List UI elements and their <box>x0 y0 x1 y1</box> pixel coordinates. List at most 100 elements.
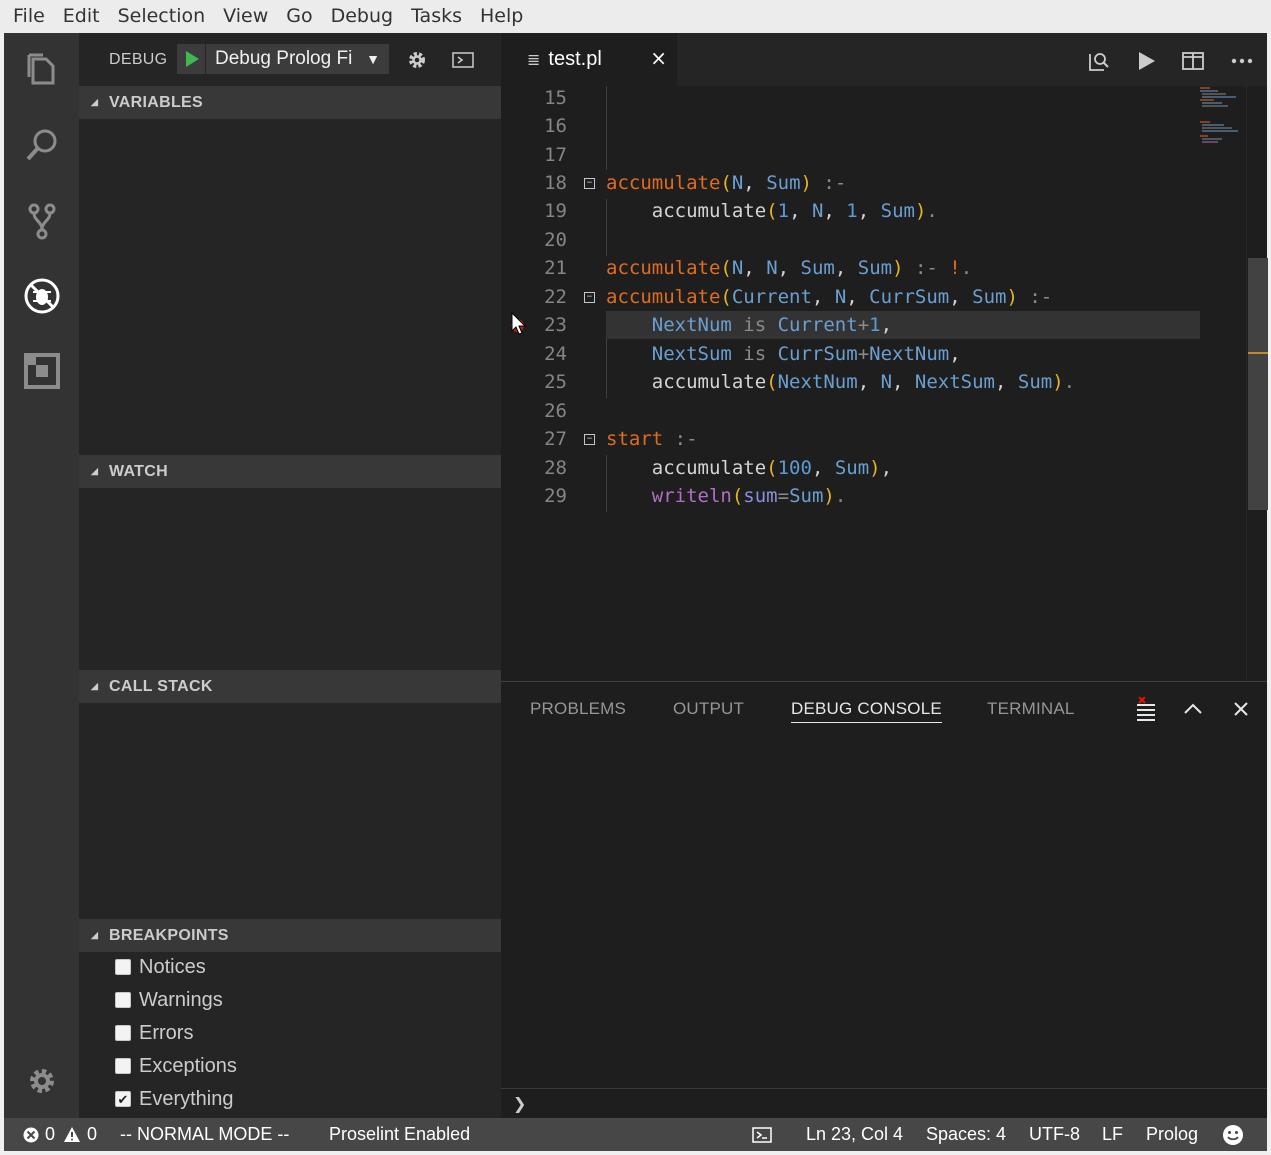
debug-settings-button[interactable] <box>404 47 430 73</box>
terminal-status-button[interactable] <box>752 1118 772 1151</box>
code-text: accumulate(NextNum, N, NextSum, Sum). <box>651 371 1076 393</box>
prompt-chevron-icon: ❯ <box>513 1094 527 1113</box>
split-editor-button[interactable] <box>1179 47 1207 75</box>
menu-help[interactable]: Help <box>471 0 532 33</box>
bottom-panel: PROBLEMS OUTPUT DEBUG CONSOLE TERMINAL ❯ <box>501 681 1267 1118</box>
menu-selection[interactable]: Selection <box>109 0 215 33</box>
debug-sidebar: DEBUG Debug Prolog Fi ▼ ◢ VARIABLES ◢ WA… <box>79 33 501 1118</box>
menu-file[interactable]: File <box>4 0 54 33</box>
code-line: 26 <box>501 397 1246 425</box>
line-number: 25 <box>544 371 567 393</box>
code-line: 18 − accumulate(N, Sum) :- <box>501 169 1246 197</box>
breakpoint-item-warnings[interactable]: Warnings <box>115 985 223 1015</box>
menu-debug[interactable]: Debug <box>322 0 402 33</box>
close-panel-button[interactable] <box>1228 696 1254 722</box>
code-text: writeln(sum=Sum). <box>651 485 847 507</box>
code-editor[interactable]: 15 16 17 18− accumulate(N, Sum) :- 19 acc… <box>501 86 1267 681</box>
line-ending[interactable]: LF <box>1102 1118 1123 1151</box>
line-number: 28 <box>544 457 567 479</box>
breakpoint-item-exceptions[interactable]: Exceptions <box>115 1051 237 1081</box>
tab-output[interactable]: OUTPUT <box>673 696 744 722</box>
extensions-icon[interactable] <box>22 351 62 391</box>
fold-icon[interactable]: − <box>584 292 595 303</box>
code-line: 15 <box>501 84 1246 112</box>
code-line: 28 accumulate(100, Sum), <box>501 454 1246 482</box>
maximize-panel-button[interactable] <box>1180 696 1206 722</box>
code-line: 25 accumulate(NextNum, N, NextSum, Sum). <box>501 368 1246 396</box>
editor-area: ≣ test.pl × 15 16 17 18 − accumulate(N, … <box>501 33 1268 681</box>
call-stack-title: CALL STACK <box>109 678 213 695</box>
code-text: accumulate(1, N, 1, Sum). <box>651 200 938 222</box>
fold-icon[interactable]: − <box>584 178 595 189</box>
checkbox[interactable] <box>115 992 131 1008</box>
split-editor-icon <box>1182 52 1204 70</box>
debug-icon[interactable] <box>22 276 62 316</box>
line-number: 22 <box>544 286 567 308</box>
mouse-cursor-icon <box>511 312 527 335</box>
debug-config-select[interactable]: Debug Prolog Fi ▼ <box>206 44 389 74</box>
breakpoint-label: Errors <box>139 1021 194 1044</box>
gear-icon[interactable] <box>22 1061 62 1101</box>
search-icon[interactable] <box>22 125 62 165</box>
start-debugging-button[interactable] <box>177 44 205 74</box>
vim-mode: -- NORMAL MODE -- <box>120 1124 290 1144</box>
code-text: accumulate(Current, N, CurrSum, Sum) :- <box>606 286 1053 308</box>
fold-icon[interactable]: − <box>584 434 595 445</box>
minimap[interactable] <box>1198 86 1246 146</box>
feedback-button[interactable] <box>1222 1118 1244 1151</box>
problems-status[interactable]: 0 0 <box>22 1118 97 1151</box>
play-icon <box>1139 52 1155 70</box>
menu-tasks[interactable]: Tasks <box>402 0 471 33</box>
source-control-icon[interactable] <box>22 201 62 241</box>
cursor-position[interactable]: Ln 23, Col 4 <box>806 1118 903 1151</box>
tab-debug-console[interactable]: DEBUG CONSOLE <box>791 696 942 723</box>
code-line: 19 accumulate(1, N, 1, Sum). <box>501 197 1246 225</box>
variables-section-header[interactable]: ◢ VARIABLES <box>79 86 501 119</box>
breakpoints-section-header[interactable]: ◢ BREAKPOINTS <box>79 919 501 952</box>
checkbox[interactable] <box>115 959 131 975</box>
scrollbar-cursor-marker <box>1248 352 1268 354</box>
line-number: 19 <box>544 200 567 222</box>
editor-scrollbar[interactable] <box>1246 86 1268 681</box>
code-line-current: 23 NextNum is Current+1, <box>501 311 1246 339</box>
menu-edit[interactable]: Edit <box>54 0 109 33</box>
close-icon[interactable]: × <box>650 48 667 68</box>
run-button[interactable] <box>1133 47 1161 75</box>
debug-toolbar: DEBUG Debug Prolog Fi ▼ <box>79 33 501 86</box>
breakpoint-item-errors[interactable]: Errors <box>115 1018 193 1048</box>
checkbox[interactable] <box>115 1058 131 1074</box>
code-line: 24 NextSum is CurrSum+NextNum, <box>501 340 1246 368</box>
breakpoint-label: Everything <box>139 1087 234 1110</box>
open-preview-button[interactable] <box>1085 47 1113 75</box>
debug-console-button[interactable] <box>450 47 476 73</box>
line-number: 15 <box>544 87 567 109</box>
checkbox-checked[interactable]: ✔ <box>115 1091 131 1107</box>
terminal-icon <box>752 1126 772 1143</box>
clear-console-button[interactable] <box>1133 696 1159 722</box>
code-text: accumulate(100, Sum), <box>651 457 893 479</box>
chevron-down-icon: ▼ <box>366 51 380 67</box>
line-number: 24 <box>544 343 567 365</box>
breakpoint-item-notices[interactable]: Notices <box>115 952 206 982</box>
call-stack-section-header[interactable]: ◢ CALL STACK <box>79 670 501 703</box>
checkbox[interactable] <box>115 1025 131 1041</box>
files-icon[interactable] <box>22 50 62 90</box>
language-mode[interactable]: Prolog <box>1146 1118 1198 1151</box>
more-actions-button[interactable] <box>1228 47 1256 75</box>
encoding[interactable]: UTF-8 <box>1029 1118 1080 1151</box>
breakpoint-label: Exceptions <box>139 1054 237 1077</box>
debug-console-input[interactable]: ❯ <box>501 1088 1267 1119</box>
clear-console-icon <box>1137 697 1155 721</box>
indentation[interactable]: Spaces: 4 <box>926 1118 1006 1151</box>
watch-section-header[interactable]: ◢ WATCH <box>79 455 501 488</box>
scrollbar-thumb[interactable] <box>1248 258 1268 510</box>
menu-view[interactable]: View <box>214 0 277 33</box>
code-line: 27 − start :- <box>501 425 1246 453</box>
tab-terminal[interactable]: TERMINAL <box>987 696 1075 722</box>
proselint-status[interactable]: Proselint Enabled <box>329 1118 470 1151</box>
breakpoint-item-everything[interactable]: ✔ Everything <box>115 1084 234 1114</box>
tab-problems[interactable]: PROBLEMS <box>530 696 626 722</box>
debug-config-label: Debug Prolog Fi <box>215 48 353 69</box>
menu-go[interactable]: Go <box>277 0 321 33</box>
tab-test-pl[interactable]: ≣ test.pl × <box>501 33 677 86</box>
